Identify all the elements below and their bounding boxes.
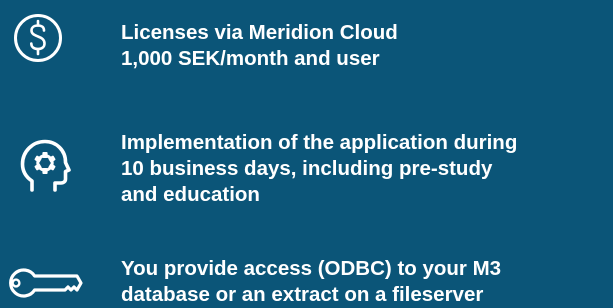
item-access-text: You provide access (ODBC) to your M3 dat…: [121, 256, 501, 308]
item-access-line-1: You provide access (ODBC) to your M3: [121, 257, 502, 280]
item-licenses-line-1: Licenses via Meridion Cloud: [121, 21, 398, 44]
item-licenses-text: Licenses via Meridion Cloud 1,000 SEK/mo…: [121, 20, 398, 72]
key-icon: [3, 268, 83, 298]
item-implementation-text: Implementation of the application during…: [121, 130, 517, 208]
item-access-line-2: database or an extract on a fileserver: [121, 283, 484, 306]
item-licenses-line-2: 1,000 SEK/month and user: [121, 47, 380, 70]
item-implementation-line-2: 10 business days, including pre-study: [121, 157, 493, 180]
dollar-coin-icon: [13, 13, 63, 63]
head-gear-icon: [18, 138, 71, 194]
item-implementation-line-3: and education: [121, 183, 260, 206]
item-implementation-line-1: Implementation of the application during: [121, 131, 518, 154]
